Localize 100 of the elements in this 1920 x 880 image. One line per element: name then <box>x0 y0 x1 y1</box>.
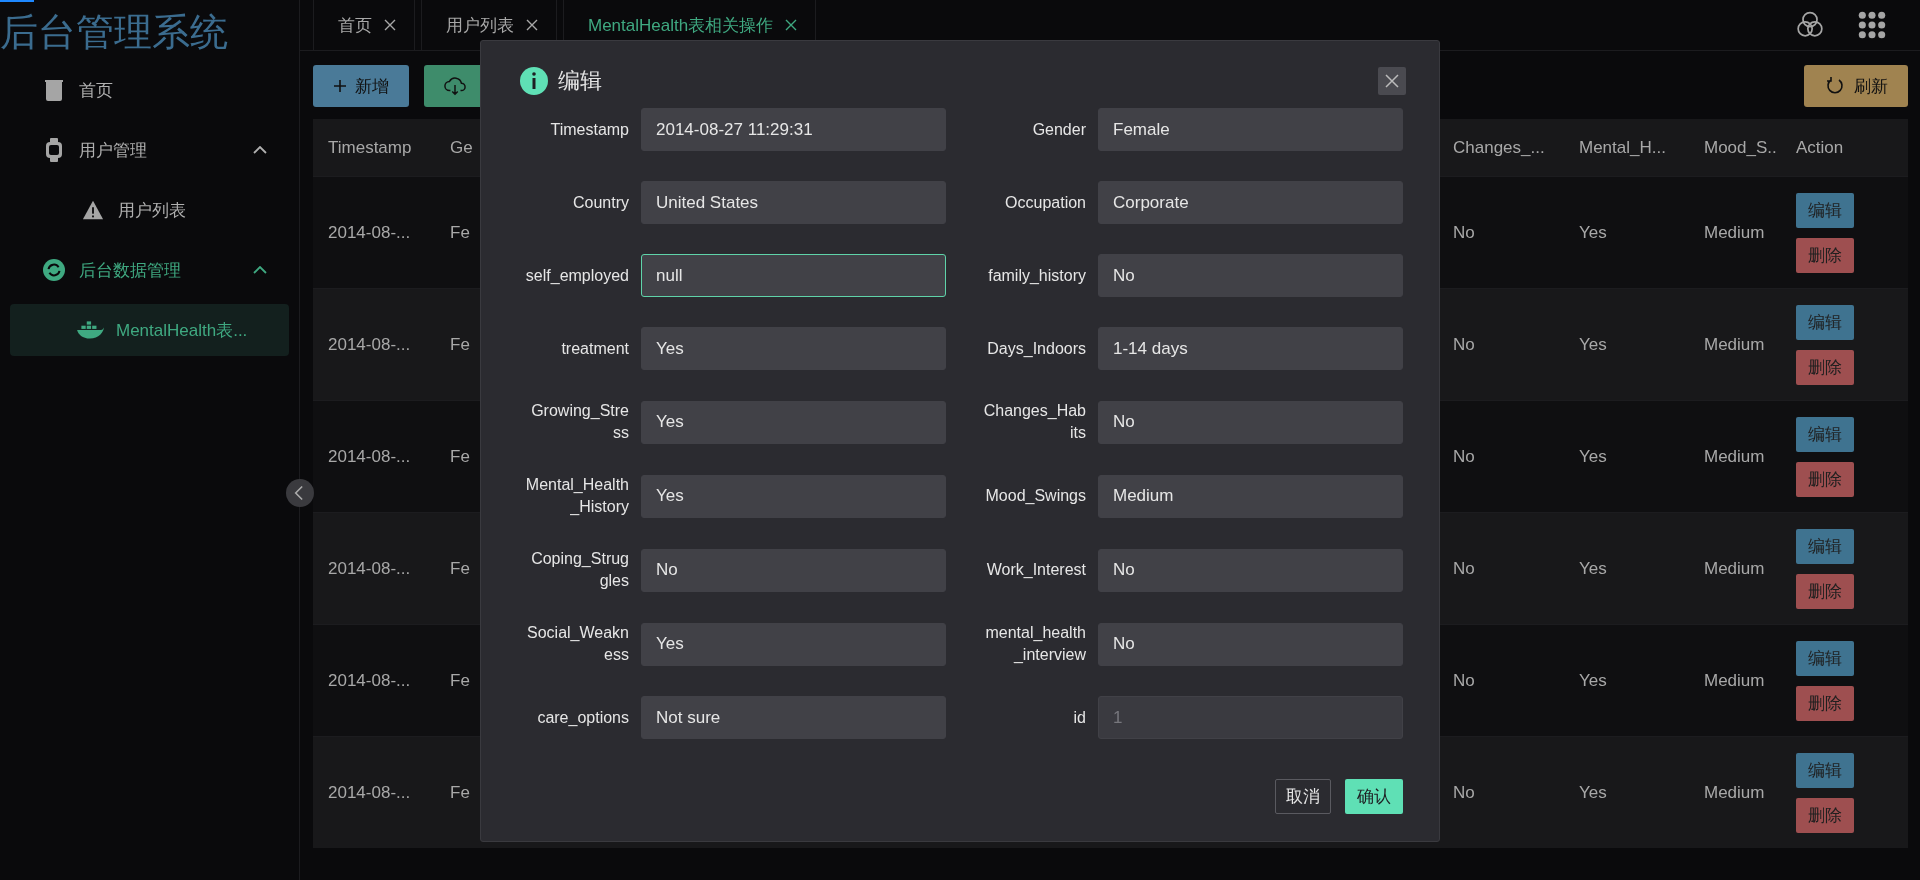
table-cell-text: Yes <box>1578 222 1608 243</box>
close-icon[interactable] <box>785 19 798 31</box>
table-cell-text: Yes <box>1578 670 1608 691</box>
add-button[interactable]: 新增 <box>313 65 409 107</box>
field-label: Country <box>571 192 629 213</box>
table-cell-text: 2014-08-... <box>327 446 412 467</box>
plus-icon <box>333 79 347 93</box>
column-header: Timestamp <box>327 137 413 158</box>
field-label: Occupation <box>1004 192 1086 213</box>
field-label: mental_health_interview <box>984 623 1086 665</box>
table-cell-text: Yes <box>1578 334 1608 355</box>
input-field[interactable]: Yes <box>641 400 946 444</box>
field-label: Mood_Swings <box>984 486 1086 506</box>
table-cell-text: 2014-08-... <box>327 670 412 691</box>
table-cell-text: Medium <box>1703 334 1766 355</box>
input-field[interactable]: 1-14 days <box>1098 327 1403 370</box>
field-label: Timestamp <box>549 119 629 140</box>
refresh-button[interactable]: 刷新 <box>1804 65 1908 107</box>
field-label: Mental_Health_History <box>525 475 629 517</box>
menu-item[interactable]: 用户管理 <box>10 124 289 176</box>
table-cell-text: 2014-08-... <box>327 334 412 355</box>
input-field[interactable]: Yes <box>641 622 946 666</box>
whale-icon <box>76 320 104 340</box>
menu-item[interactable]: 首页 <box>10 64 289 116</box>
apps-grid-icon[interactable] <box>1858 11 1886 39</box>
input-field[interactable]: Not sure <box>641 696 946 739</box>
table-cell-text: No <box>1452 222 1476 243</box>
close-icon[interactable] <box>526 19 538 31</box>
caret-icon <box>253 266 267 274</box>
field-label: Coping_Struggles <box>530 549 629 591</box>
input-field[interactable]: null <box>641 254 946 297</box>
cup-icon <box>43 78 65 102</box>
field-label: Gender <box>1031 119 1086 140</box>
cancel-button[interactable]: 取消 <box>1275 779 1331 814</box>
input-field[interactable]: 2014-08-27 11:29:31 <box>641 108 946 151</box>
input-field[interactable]: Yes <box>641 327 946 370</box>
app-title: 后台管理系统 <box>0 10 228 55</box>
input-field[interactable]: Medium <box>1098 474 1403 518</box>
table-cell-text: No <box>1452 782 1476 803</box>
table-cell-text: No <box>1452 670 1476 691</box>
table-cell-text: 2014-08-... <box>327 222 412 243</box>
field-label: self_employed <box>525 265 629 286</box>
field-label: family_history <box>987 265 1086 286</box>
table-cell-text: Fe <box>449 446 471 467</box>
close-icon[interactable] <box>384 19 396 31</box>
table-cell-text: Medium <box>1703 670 1766 691</box>
column-header: Mood_S.. <box>1703 137 1778 158</box>
table-cell-text: Medium <box>1703 558 1766 579</box>
input-field[interactable]: Female <box>1098 108 1403 151</box>
input-field[interactable]: No <box>641 548 946 592</box>
confirm-button[interactable]: 确认 <box>1345 779 1403 814</box>
table-cell-text: Fe <box>449 670 471 691</box>
collapse-toggle-icon[interactable] <box>286 479 314 507</box>
table-cell-text: Medium <box>1703 222 1766 243</box>
input-field[interactable]: No <box>1098 622 1403 666</box>
close-icon <box>1384 73 1400 89</box>
input-field[interactable]: No <box>1098 548 1403 592</box>
table-cell-text: 2014-08-... <box>327 558 412 579</box>
rings-icon[interactable] <box>1796 11 1824 39</box>
field-label: treatment <box>560 338 629 359</box>
table-cell-text: Yes <box>1578 782 1608 803</box>
table-cell-text: Medium <box>1703 446 1766 467</box>
menu-item[interactable]: 后台数据管理 <box>10 244 289 296</box>
cloud-download-icon <box>444 76 466 96</box>
column-header: Mental_H... <box>1578 137 1667 158</box>
table-cell-text: Fe <box>449 334 471 355</box>
tab[interactable]: 首页 <box>313 0 415 50</box>
field-label: Social_Weakness <box>526 623 629 665</box>
input-field[interactable]: United States <box>641 181 946 224</box>
field-label: Growing_Stress <box>530 401 629 443</box>
field-label: Changes_Habits <box>982 401 1086 443</box>
table-cell-text: 2014-08-... <box>327 782 412 803</box>
refresh-icon <box>1824 76 1846 96</box>
close-button[interactable] <box>1378 67 1406 95</box>
table-cell-text: Yes <box>1578 446 1608 467</box>
table-cell-text: No <box>1452 334 1476 355</box>
dialog-title: 编辑 <box>558 67 602 95</box>
input-field[interactable]: Corporate <box>1098 181 1403 224</box>
column-header: Changes_... <box>1452 137 1546 158</box>
watch-icon <box>43 138 65 162</box>
field-label: id <box>1072 707 1086 728</box>
table-cell-text: Fe <box>449 222 471 243</box>
input-field[interactable]: No <box>1098 254 1403 297</box>
field-label: care_options <box>536 707 629 728</box>
caret-icon <box>253 146 267 154</box>
submenu-item[interactable]: MentalHealth表... <box>10 304 289 356</box>
field-label: Work_Interest <box>985 560 1086 580</box>
refresh-circle-icon <box>43 258 65 282</box>
table-cell-text: Yes <box>1578 558 1608 579</box>
field-label: Days_Indoors <box>986 338 1086 359</box>
submenu-item[interactable]: 用户列表 <box>10 184 289 236</box>
column-header: Ge <box>449 137 474 158</box>
info-icon <box>520 67 548 95</box>
input-field[interactable]: Yes <box>641 474 946 518</box>
table-cell-text: Fe <box>449 782 471 803</box>
column-header: Action <box>1795 137 1845 158</box>
table-cell-text: Medium <box>1703 782 1766 803</box>
input-field[interactable]: No <box>1098 400 1403 444</box>
table-cell-text: No <box>1452 446 1476 467</box>
table-cell-text: No <box>1452 558 1476 579</box>
